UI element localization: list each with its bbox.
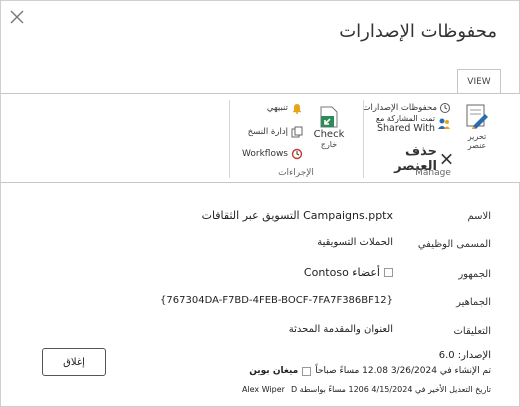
created-line: تم الإنشاء في 3/26/2024 12.08 مساءً صباح… xyxy=(315,366,491,376)
audiences-label: الجماهير xyxy=(456,297,491,308)
modified-line: تاريخ التعديل الأخير في 4/15/2024 1206 م… xyxy=(290,385,491,394)
manage-group-label: Manage xyxy=(415,168,451,178)
bell-icon xyxy=(293,104,301,114)
dialog-title: محفوظات الإصدارات xyxy=(339,21,497,42)
tab-view[interactable]: VIEW xyxy=(457,69,501,94)
audience-label: الجمهور xyxy=(458,269,491,280)
ribbon-separator xyxy=(229,100,230,178)
delete-icon xyxy=(441,153,452,165)
check-out-label-ar: خارج xyxy=(320,140,338,149)
edit-item-label: تحرير عنصر xyxy=(467,132,487,150)
alert-me-button[interactable]: تنبيهي xyxy=(267,102,303,114)
created-by: ميغان بوين xyxy=(249,366,299,376)
workflows-button[interactable]: Workflows xyxy=(242,148,303,160)
actions-group-label: الإجراءات xyxy=(278,168,314,178)
manage-group: تحرير عنصر محفوظات الإصدارات تمت المشارك… xyxy=(362,94,503,182)
shared-with-label-en: Shared With xyxy=(376,123,435,134)
shared-with-button[interactable]: تمت المشاركة مع Shared With xyxy=(376,114,451,134)
people-icon xyxy=(438,118,450,129)
edit-item-icon xyxy=(466,104,488,129)
version-line: الإصدار: 6.0 xyxy=(438,350,491,361)
audience-value: أعضاء Contoso xyxy=(303,266,380,279)
ribbon-tab-strip: VIEW xyxy=(1,69,520,94)
check-out-icon xyxy=(320,106,338,128)
comments-value: العنوان والمقدمة المحدثة xyxy=(288,324,393,335)
audience-value-row: أعضاء Contoso xyxy=(304,266,393,279)
modified-by: Alex Wiper xyxy=(241,385,285,394)
audience-checkbox[interactable] xyxy=(384,268,393,277)
ribbon: تحرير عنصر محفوظات الإصدارات تمت المشارك… xyxy=(1,93,520,183)
close-icon[interactable] xyxy=(7,7,27,27)
close-button[interactable]: إغلاق xyxy=(42,348,106,376)
workflow-icon xyxy=(291,148,303,160)
version-history-icon xyxy=(440,103,450,113)
created-row: تم الإنشاء في 3/26/2024 12.08 مساءً صباح… xyxy=(249,366,491,376)
name-label: الاسم xyxy=(467,211,491,222)
comments-label: التعليقات xyxy=(453,326,491,337)
version-history-button[interactable]: محفوظات الإصدارات xyxy=(362,102,451,114)
modified-row: تاريخ التعديل الأخير في 4/15/2024 1206 م… xyxy=(242,385,491,394)
created-by-checkbox[interactable] xyxy=(302,366,312,376)
version-history-dialog: محفوظات الإصدارات VIEW تحرير عنصر محفوظا… xyxy=(0,0,520,407)
actions-group: Check خارج تنبيهي إدارة النسخ Workflows … xyxy=(229,94,363,182)
manage-copies-button[interactable]: إدارة النسخ xyxy=(248,126,303,138)
check-out-button[interactable]: Check خارج xyxy=(309,104,349,149)
edit-item-button[interactable]: تحرير عنصر xyxy=(459,102,495,150)
copies-icon xyxy=(291,126,303,138)
ribbon-separator xyxy=(363,100,364,178)
job-title-label: المسمى الوظيفي xyxy=(417,239,491,250)
name-value: Campaigns.pptx التسويق عبر الثقافات xyxy=(201,209,393,222)
job-title-value: الحملات التسويقية xyxy=(317,237,393,248)
check-out-label-en: Check xyxy=(313,129,345,140)
audiences-value: {767304DA-F7BD-4FEB-BOCF-7FA7F386BF12} xyxy=(160,295,393,306)
